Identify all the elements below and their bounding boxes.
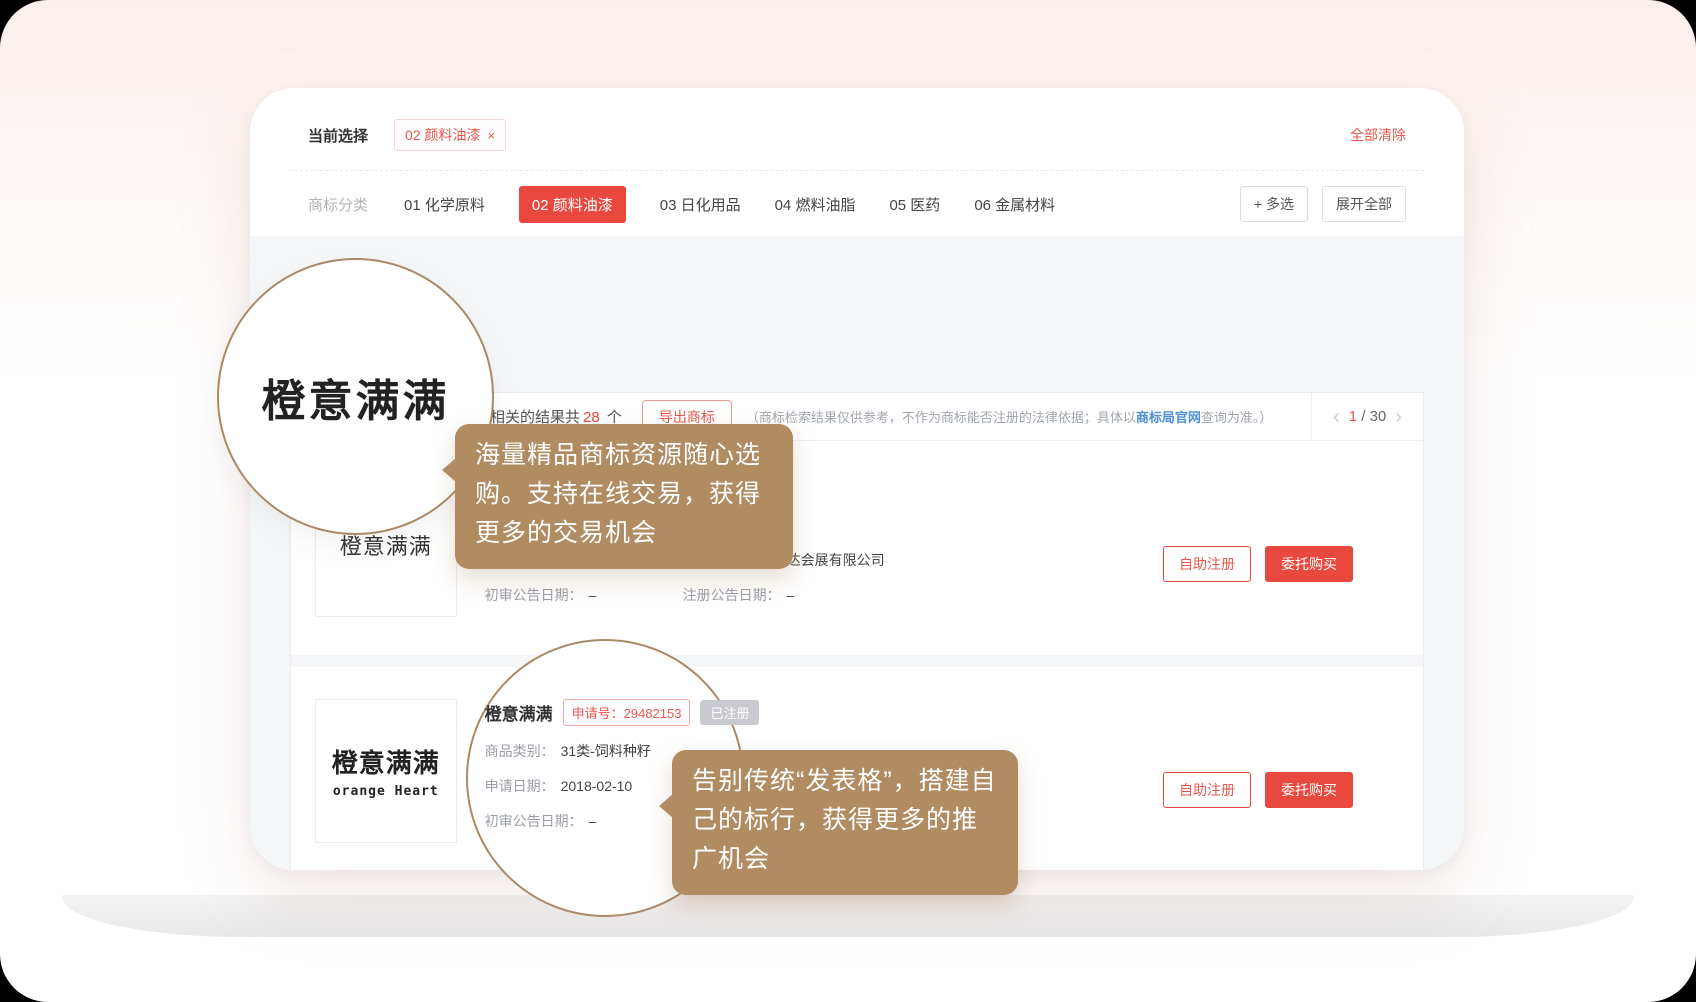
disclaimer: （商标检索结果仅供参考，不作为商标能否注册的法律依据；具体以商标局官网查询为准。…: [746, 407, 1273, 426]
first-publication-field: 初审公告日期：–: [485, 585, 683, 605]
chip-close-icon[interactable]: ×: [487, 128, 495, 143]
clear-all-link[interactable]: 全部清除: [1350, 125, 1406, 145]
prev-page-icon[interactable]: ‹: [1333, 407, 1340, 427]
filter-bar: 当前选择 02 颜料油漆 × 全部清除: [308, 118, 1406, 152]
magnifier-circle: 橙意满满: [217, 258, 494, 535]
magnifier-text: 橙意满满: [262, 365, 450, 429]
category-item-05[interactable]: 05 医药: [889, 194, 940, 215]
apply-date-field: 申请日期：2018-02-10: [485, 776, 683, 796]
page-current: 1: [1349, 408, 1357, 425]
multi-select-button[interactable]: + 多选: [1240, 186, 1308, 222]
category-item-06[interactable]: 06 金属材料: [974, 194, 1055, 215]
tooltip-marketplace: 海量精品商标资源随心选购。支持在线交易，获得更多的交易机会: [455, 424, 793, 569]
entrust-buy-button[interactable]: 委托购买: [1265, 546, 1353, 582]
category-bar-label: 商标分类: [308, 194, 368, 215]
divider: [290, 170, 1424, 171]
tooltip-promotion: 告别传统“发表格”，搭建自己的标行，获得更多的推广机会: [672, 750, 1018, 895]
trademark-name: 橙意满满: [485, 700, 553, 725]
category-item-03[interactable]: 03 日化用品: [660, 194, 741, 215]
filter-chip[interactable]: 02 颜料油漆 ×: [394, 119, 506, 151]
row-actions: 自助注册 委托购买: [1163, 546, 1353, 582]
window-pedestal: [62, 895, 1634, 937]
application-number-badge: 申请号：29482153: [563, 699, 691, 726]
next-page-icon[interactable]: ›: [1395, 407, 1402, 427]
expand-all-button[interactable]: 展开全部: [1322, 186, 1406, 222]
official-site-link[interactable]: 商标局官网: [1136, 410, 1201, 425]
current-selection-label: 当前选择: [308, 125, 368, 146]
entrust-buy-button[interactable]: 委托购买: [1265, 772, 1353, 808]
first-publication-field: 初审公告日期：–: [485, 811, 683, 831]
self-register-button[interactable]: 自助注册: [1163, 546, 1251, 582]
page-background: 当前选择 02 颜料油漆 × 全部清除 商标分类 01 化学原料 02 颜料油漆…: [0, 0, 1696, 1002]
self-register-button[interactable]: 自助注册: [1163, 772, 1251, 808]
row-divider: [291, 655, 1423, 667]
row-actions: 自助注册 委托购买: [1163, 772, 1353, 808]
category-item-04[interactable]: 04 燃料油脂: [775, 194, 856, 215]
tooltip-arrow-icon: [442, 458, 456, 482]
trademark-image: 橙意满满 orange Heart: [315, 699, 457, 843]
category-bar: 商标分类 01 化学原料 02 颜料油漆 03 日化用品 04 燃料油脂 05 …: [308, 186, 1406, 222]
filter-chip-label: 02 颜料油漆: [405, 125, 480, 145]
page-total: 30: [1370, 408, 1387, 425]
category-item-02-selected[interactable]: 02 颜料油漆: [519, 186, 626, 223]
tooltip-arrow-icon: [659, 794, 673, 818]
status-badge: 已注册: [700, 700, 759, 725]
category-item-01[interactable]: 01 化学原料: [404, 194, 485, 215]
reg-publication-field: 注册公告日期：–: [683, 585, 1163, 605]
pagination: ‹ 1 / 30 ›: [1311, 393, 1423, 441]
trademark-image-subtext: orange Heart: [333, 784, 439, 799]
